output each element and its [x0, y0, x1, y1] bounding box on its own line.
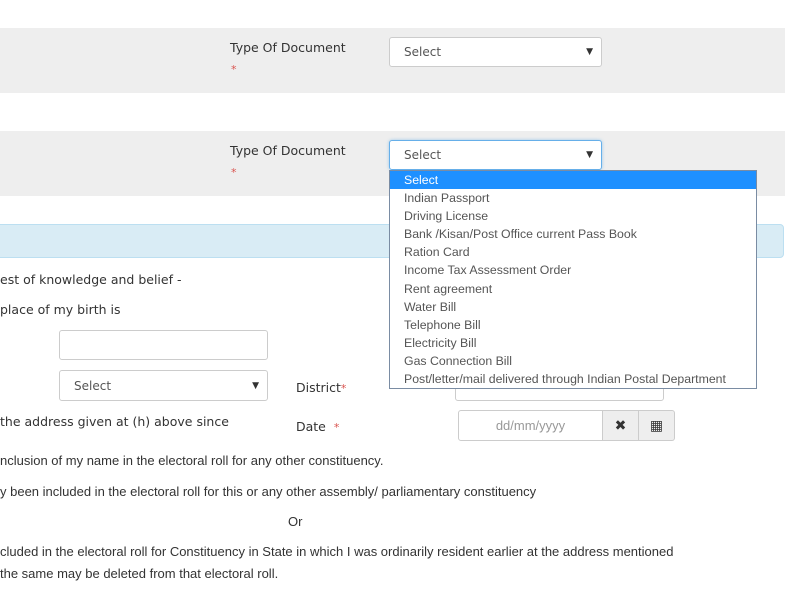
select-value: Select: [404, 148, 442, 162]
calendar-icon: ▦: [649, 417, 664, 434]
select-value: Select: [74, 378, 112, 393]
or-text: Or: [288, 514, 303, 529]
declaration-line-3: the address given at (h) above since: [0, 414, 229, 429]
birth-place-input[interactable]: [59, 330, 268, 360]
dropdown-option[interactable]: Income Tax Assessment Order: [390, 261, 756, 279]
date-label: Date *: [296, 419, 339, 434]
district-label-text: District: [296, 380, 341, 395]
dropdown-option[interactable]: Gas Connection Bill: [390, 352, 756, 370]
type-of-document-select-2[interactable]: Select ▼: [389, 140, 602, 170]
state-select[interactable]: Select ▼: [59, 370, 268, 401]
type-of-document-label-1: Type Of Document: [230, 40, 346, 55]
chevron-down-icon: ▼: [586, 150, 593, 160]
type-of-document-label-2: Type Of Document: [230, 143, 346, 158]
clear-date-button[interactable]: ✖: [603, 410, 639, 441]
type-of-document-select-1[interactable]: Select ▼: [389, 37, 602, 67]
chevron-down-icon: ▼: [252, 380, 259, 391]
declaration-line-5: y been included in the electoral roll fo…: [0, 484, 537, 499]
dropdown-option[interactable]: Bank /Kisan/Post Office current Pass Boo…: [390, 225, 756, 243]
date-required-marker: *: [333, 421, 340, 434]
dropdown-option[interactable]: Indian Passport: [390, 189, 756, 207]
dropdown-option[interactable]: Ration Card: [390, 243, 756, 261]
declaration-line-1: est of knowledge and belief -: [0, 272, 182, 287]
dropdown-option[interactable]: Post/letter/mail delivered through India…: [390, 370, 756, 388]
declaration-line-4: nclusion of my name in the electoral rol…: [0, 453, 384, 468]
select-value: Select: [404, 45, 442, 59]
required-marker-2: *: [231, 166, 237, 179]
declaration-line-2: place of my birth is: [0, 302, 121, 317]
district-label: District*: [296, 380, 346, 395]
required-marker-1: *: [231, 63, 237, 76]
calendar-button[interactable]: ▦: [639, 410, 675, 441]
close-icon: ✖: [614, 417, 627, 434]
date-input[interactable]: dd/mm/yyyy: [458, 410, 603, 441]
dropdown-option[interactable]: Electricity Bill: [390, 334, 756, 352]
type-of-document-dropdown-list: Select Indian Passport Driving License B…: [389, 170, 757, 389]
date-picker: dd/mm/yyyy ✖ ▦: [458, 410, 675, 441]
dropdown-option[interactable]: Rent agreement: [390, 280, 756, 298]
dropdown-option[interactable]: Water Bill: [390, 298, 756, 316]
date-label-text: Date: [296, 419, 326, 434]
dropdown-option[interactable]: Select: [390, 171, 756, 190]
district-required-marker: *: [340, 382, 347, 395]
dropdown-option[interactable]: Telephone Bill: [390, 316, 756, 334]
declaration-line-6: cluded in the electoral roll for Constit…: [0, 544, 674, 559]
chevron-down-icon: ▼: [586, 47, 593, 57]
declaration-line-7: the same may be deleted from that electo…: [0, 566, 279, 581]
dropdown-option[interactable]: Driving License: [390, 207, 756, 225]
